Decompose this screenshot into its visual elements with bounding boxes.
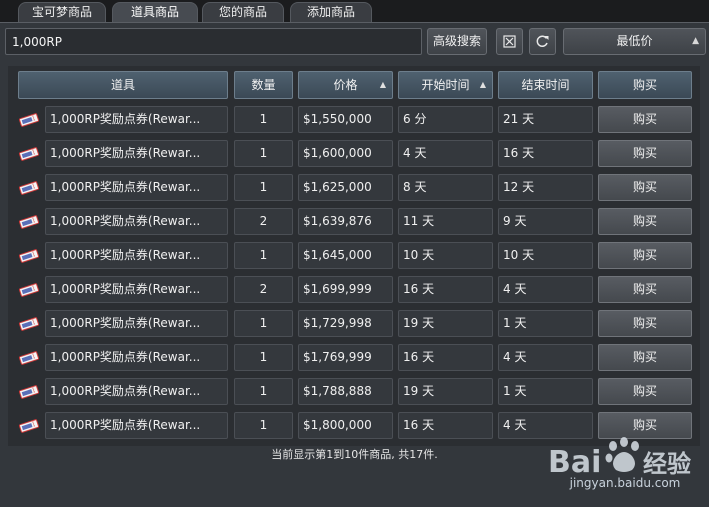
reset-button[interactable]: [496, 28, 523, 55]
price-cell: $1,645,000: [298, 242, 393, 269]
item-name-cell: 1,000RP奖励点券(Rewar...: [45, 106, 228, 133]
price-cell: $1,800,000: [298, 412, 393, 439]
refresh-button[interactable]: [529, 28, 556, 55]
end-time-cell: 12 天: [498, 174, 593, 201]
quantity-cell: 1: [234, 412, 293, 439]
header-price[interactable]: 价格 ▲: [298, 71, 393, 99]
refresh-icon: [536, 35, 549, 47]
sort-select[interactable]: 最低价 ▲: [563, 28, 706, 55]
tab-your-goods[interactable]: 您的商品: [202, 2, 284, 22]
header-buy[interactable]: 购买: [598, 71, 692, 99]
start-time-cell: 19 天: [398, 378, 493, 405]
quantity-cell: 1: [234, 242, 293, 269]
ticket-icon: [18, 249, 40, 263]
sort-select-value: 最低价: [616, 34, 653, 48]
end-time-cell: 21 天: [498, 106, 593, 133]
header-end-time[interactable]: 结束时间: [498, 71, 593, 99]
tab-bar: 宝可梦商品 道具商品 您的商品 添加商品: [0, 0, 709, 22]
advanced-search-button[interactable]: 高级搜索: [427, 28, 487, 55]
item-name-cell: 1,000RP奖励点券(Rewar...: [45, 412, 228, 439]
quantity-cell: 1: [234, 174, 293, 201]
price-cell: $1,600,000: [298, 140, 393, 167]
end-time-cell: 4 天: [498, 344, 593, 371]
quantity-cell: 1: [234, 140, 293, 167]
item-name-cell: 1,000RP奖励点券(Rewar...: [45, 208, 228, 235]
tab-add-goods[interactable]: 添加商品: [290, 2, 372, 22]
buy-button[interactable]: 购买: [598, 378, 692, 405]
tab-pokemon-goods[interactable]: 宝可梦商品: [18, 2, 106, 22]
start-time-cell: 6 分: [398, 106, 493, 133]
header-price-label: 价格: [333, 78, 358, 92]
item-name-cell: 1,000RP奖励点券(Rewar...: [45, 242, 228, 269]
start-time-cell: 19 天: [398, 310, 493, 337]
buy-button[interactable]: 购买: [598, 174, 692, 201]
item-name-cell: 1,000RP奖励点券(Rewar...: [45, 310, 228, 337]
quantity-cell: 1: [234, 344, 293, 371]
tab-item-goods[interactable]: 道具商品: [112, 2, 198, 22]
buy-button[interactable]: 购买: [598, 208, 692, 235]
quantity-cell: 2: [234, 208, 293, 235]
buy-button[interactable]: 购买: [598, 276, 692, 303]
price-cell: $1,788,888: [298, 378, 393, 405]
header-quantity[interactable]: 数量: [234, 71, 293, 99]
ticket-icon: [18, 385, 40, 399]
sort-both-icon: ▲: [479, 80, 486, 89]
price-cell: $1,550,000: [298, 106, 393, 133]
buy-button[interactable]: 购买: [598, 310, 692, 337]
start-time-cell: 8 天: [398, 174, 493, 201]
end-time-cell: 4 天: [498, 276, 593, 303]
buy-button[interactable]: 购买: [598, 344, 692, 371]
quantity-cell: 1: [234, 310, 293, 337]
item-name-cell: 1,000RP奖励点券(Rewar...: [45, 174, 228, 201]
start-time-cell: 16 天: [398, 276, 493, 303]
end-time-cell: 16 天: [498, 140, 593, 167]
start-time-cell: 4 天: [398, 140, 493, 167]
svg-text:Bai: Bai: [548, 445, 601, 480]
item-name-cell: 1,000RP奖励点券(Rewar...: [45, 378, 228, 405]
ticket-icon: [18, 181, 40, 195]
ticket-icon: [18, 283, 40, 297]
end-time-cell: 1 天: [498, 310, 593, 337]
buy-button[interactable]: 购买: [598, 242, 692, 269]
buy-button[interactable]: 购买: [598, 106, 692, 133]
header-start-time-label: 开始时间: [421, 78, 470, 92]
start-time-cell: 11 天: [398, 208, 493, 235]
buy-button[interactable]: 购买: [598, 140, 692, 167]
select-arrows-icon: ▲: [692, 36, 699, 46]
start-time-cell: 16 天: [398, 344, 493, 371]
start-time-cell: 16 天: [398, 412, 493, 439]
quantity-cell: 1: [234, 106, 293, 133]
item-name-cell: 1,000RP奖励点券(Rewar...: [45, 140, 228, 167]
svg-text:经验: 经验: [643, 450, 691, 478]
sort-up-icon: ▲: [379, 80, 386, 89]
baidu-watermark-logo: Bai 经验: [548, 437, 691, 480]
end-time-cell: 9 天: [498, 208, 593, 235]
price-cell: $1,639,876: [298, 208, 393, 235]
reset-x-icon: [503, 35, 516, 48]
end-time-cell: 1 天: [498, 378, 593, 405]
search-input[interactable]: [5, 28, 422, 55]
quantity-cell: 1: [234, 378, 293, 405]
price-cell: $1,625,000: [298, 174, 393, 201]
ticket-icon: [18, 419, 40, 433]
ticket-icon: [18, 351, 40, 365]
ticket-icon: [18, 317, 40, 331]
item-name-cell: 1,000RP奖励点券(Rewar...: [45, 276, 228, 303]
quantity-cell: 2: [234, 276, 293, 303]
baidu-watermark-site: jingyan.baidu.com: [569, 476, 681, 490]
ticket-icon: [18, 113, 40, 127]
end-time-cell: 10 天: [498, 242, 593, 269]
ticket-icon: [18, 147, 40, 161]
header-item[interactable]: 道具: [18, 71, 228, 99]
header-start-time[interactable]: 开始时间 ▲: [398, 71, 493, 99]
start-time-cell: 10 天: [398, 242, 493, 269]
price-cell: $1,769,999: [298, 344, 393, 371]
ticket-icon: [18, 215, 40, 229]
price-cell: $1,729,998: [298, 310, 393, 337]
item-name-cell: 1,000RP奖励点券(Rewar...: [45, 344, 228, 371]
price-cell: $1,699,999: [298, 276, 393, 303]
